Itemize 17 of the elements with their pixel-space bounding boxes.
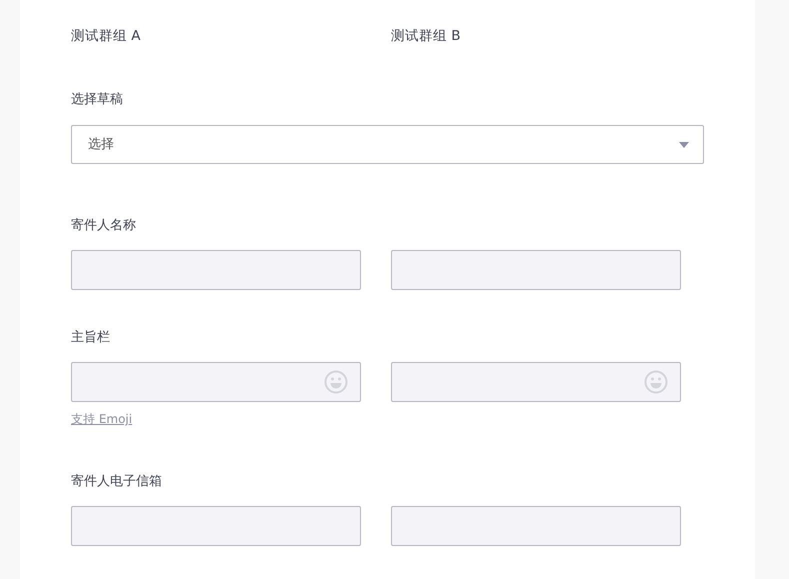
- text-field[interactable]: [391, 250, 681, 290]
- draft-select[interactable]: 选择: [71, 125, 704, 164]
- text-field[interactable]: [391, 362, 681, 402]
- field-label: 寄件人名称: [71, 217, 137, 235]
- text-field[interactable]: [71, 506, 361, 546]
- text-field[interactable]: [71, 362, 361, 402]
- field-label: 主旨栏: [71, 329, 111, 347]
- text-field[interactable]: [71, 250, 361, 290]
- field-label: 选择草稿: [71, 91, 124, 109]
- text-field[interactable]: [391, 506, 681, 546]
- select-placeholder: 选择: [88, 136, 114, 154]
- caret-icon: [679, 142, 689, 148]
- group-label: 测试群组 A: [71, 27, 142, 46]
- group-label: 测试群组 B: [391, 27, 462, 46]
- emoji-icon[interactable]: [324, 370, 348, 394]
- emoji-icon[interactable]: [644, 370, 668, 394]
- field-label: 寄件人电子信箱: [71, 473, 163, 491]
